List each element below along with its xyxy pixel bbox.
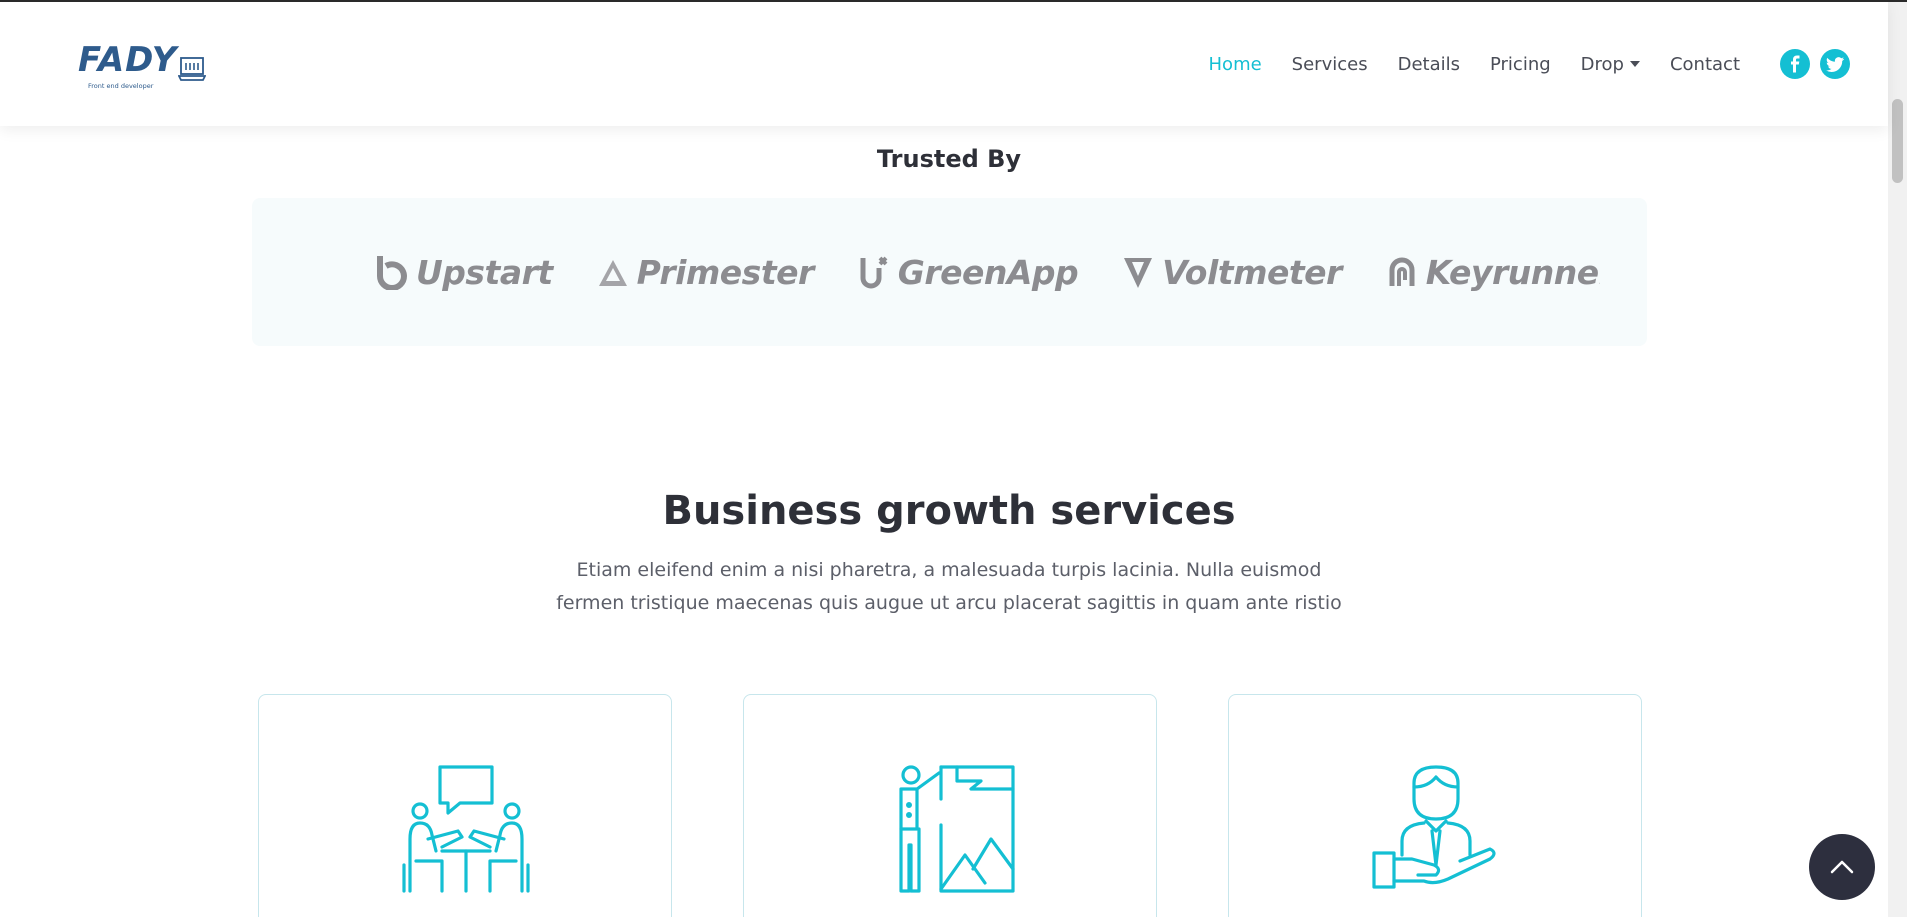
service-card-presentation[interactable]	[743, 694, 1157, 917]
nav-services[interactable]: Services	[1292, 54, 1368, 75]
trusted-logo-greenapp: GreenApp	[858, 252, 1079, 292]
trusted-logo-name: Upstart	[416, 252, 553, 292]
laptop-code-icon	[178, 57, 206, 81]
customer-care-icon	[1372, 765, 1496, 889]
site-header: FADY Front end developer Home Services D…	[0, 2, 1888, 126]
trusted-logo-name: Keyrunner	[1425, 252, 1600, 292]
trusted-logo-name: Primester	[636, 252, 815, 292]
trusted-logo-keyrunner: Keyrunner	[1386, 253, 1600, 292]
chevron-up-icon	[1830, 860, 1854, 874]
facebook-icon[interactable]	[1780, 49, 1810, 79]
trusted-logos-row: Upstart Primester GreenApp Voltmeter Key…	[376, 198, 1600, 346]
caret-down-icon	[1629, 61, 1640, 67]
keyrunner-logo-icon	[1389, 257, 1415, 286]
upstart-logo-icon	[377, 256, 408, 290]
trusted-logo-voltmeter: Voltmeter	[1122, 253, 1342, 292]
services-subtitle: Etiam eleifend enim a nisi pharetra, a m…	[556, 559, 1342, 614]
back-to-top-button[interactable]	[1809, 834, 1875, 900]
presentation-icon	[899, 765, 1015, 893]
social-links	[1770, 49, 1850, 79]
facebook-glyph	[1791, 55, 1800, 73]
nav-contact[interactable]: Contact	[1670, 54, 1740, 75]
nav-drop-label: Drop	[1580, 53, 1624, 75]
trusted-logos-carousel: Upstart Primester GreenApp Voltmeter Key…	[252, 198, 1647, 346]
scrollbar-thumb[interactable]	[1892, 99, 1903, 183]
service-card-customer-care[interactable]	[1228, 694, 1642, 917]
page-scrollbar[interactable]	[1888, 2, 1907, 917]
nav-details[interactable]: Details	[1398, 54, 1460, 75]
voltmeter-logo-icon	[1124, 258, 1153, 288]
logo-tagline: Front end developer	[88, 82, 154, 90]
logo-wordmark: FADY	[78, 40, 178, 80]
primester-logo-icon	[598, 260, 627, 286]
twitter-glyph	[1826, 56, 1844, 72]
greenapp-logo-icon	[860, 256, 888, 289]
nav-pricing[interactable]: Pricing	[1490, 54, 1551, 75]
meeting-icon	[402, 765, 530, 893]
nav-drop[interactable]: Drop	[1581, 54, 1640, 75]
trusted-logo-name: GreenApp	[897, 252, 1079, 292]
trusted-logo-primester: Primester	[597, 253, 814, 292]
service-card-meeting[interactable]	[258, 694, 672, 917]
trusted-logo-upstart: Upstart	[376, 253, 553, 292]
main-nav: Home Services Details Pricing Drop Conta…	[1179, 2, 1888, 126]
trusted-by-title: Trusted By	[876, 145, 1022, 173]
trusted-logo-name: Voltmeter	[1162, 252, 1342, 292]
services-title: Business growth services	[662, 488, 1236, 534]
twitter-icon[interactable]	[1820, 49, 1850, 79]
nav-home[interactable]: Home	[1209, 54, 1262, 75]
site-logo[interactable]: FADY Front end developer	[78, 40, 208, 94]
